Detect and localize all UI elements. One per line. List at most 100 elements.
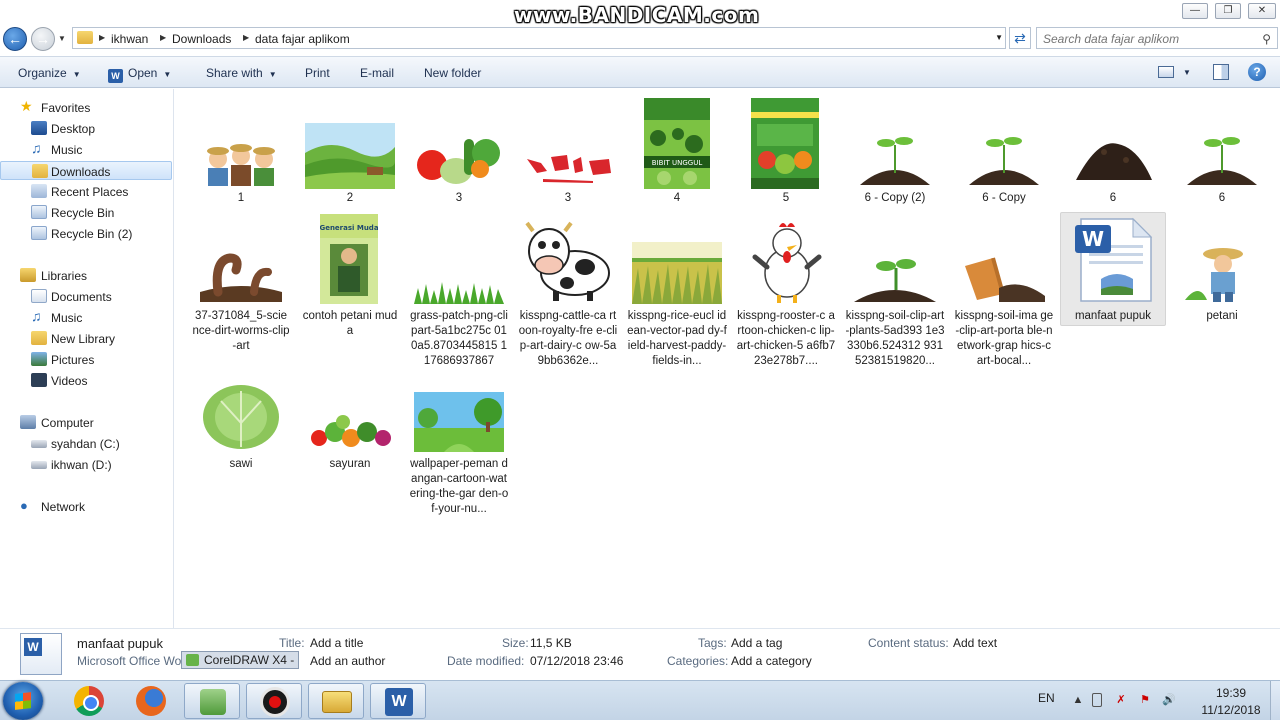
nav-label: Computer bbox=[41, 416, 94, 430]
breadcrumb-ikhwan[interactable]: ikhwan bbox=[111, 32, 148, 46]
address-bar[interactable]: ▶ ikhwan ▶ Downloads ▶ data fajar apliko… bbox=[72, 27, 1006, 49]
nav-favorites[interactable]: ★ Favorites bbox=[0, 98, 172, 117]
nav-new-library[interactable]: New Library bbox=[0, 329, 172, 348]
file-item[interactable]: 3 bbox=[409, 119, 509, 214]
file-name: 5 bbox=[782, 192, 790, 204]
recent-pages-dropdown-icon[interactable]: ▼ bbox=[58, 34, 66, 43]
search-input[interactable] bbox=[1043, 31, 1253, 46]
detail-content-status-field[interactable]: Add text bbox=[953, 636, 997, 650]
file-item-manfaat-pupuk[interactable]: W manfaat pupuk bbox=[1060, 212, 1166, 326]
taskbar-firefox[interactable] bbox=[123, 683, 179, 719]
file-item[interactable]: 37-371084_5-scie nce-dirt-worms-clip-art bbox=[191, 214, 291, 364]
file-item[interactable]: petani bbox=[1172, 214, 1272, 364]
battery-icon[interactable] bbox=[1092, 693, 1102, 707]
search-box[interactable]: ⚲ bbox=[1036, 27, 1278, 49]
file-item[interactable]: 6 bbox=[1172, 119, 1272, 214]
nav-videos[interactable]: Videos bbox=[0, 371, 172, 390]
library-icon bbox=[31, 331, 47, 345]
file-item[interactable]: 6 - Copy (2) bbox=[845, 119, 945, 214]
organize-button[interactable]: Organize ▼ bbox=[18, 66, 81, 80]
breadcrumb-arrow-icon[interactable]: ▶ bbox=[99, 33, 105, 42]
show-hidden-icons-icon[interactable]: ▲ bbox=[1071, 693, 1085, 707]
breadcrumb-arrow-icon[interactable]: ▶ bbox=[160, 33, 166, 42]
forward-button[interactable]: → bbox=[31, 27, 55, 51]
nav-recycle-bin[interactable]: Recycle Bin bbox=[0, 203, 172, 222]
file-item[interactable]: wallpaper-peman dangan-cartoon-watering-… bbox=[409, 376, 509, 516]
nav-pictures[interactable]: Pictures bbox=[0, 350, 172, 369]
clock-date[interactable]: 11/12/2018 bbox=[1196, 703, 1266, 717]
address-dropdown-icon[interactable]: ▼ bbox=[995, 33, 1003, 42]
nav-computer[interactable]: Computer bbox=[0, 413, 172, 432]
file-item[interactable]: kisspng-soil-clip-art-plants-5ad393 1e33… bbox=[845, 214, 945, 367]
breadcrumb-arrow-icon[interactable]: ▶ bbox=[243, 33, 249, 42]
detail-title-field[interactable]: Add a title bbox=[310, 636, 363, 650]
back-button[interactable]: ← bbox=[3, 27, 27, 51]
file-item[interactable]: kisspng-rice-eucl idean-vector-pad dy-fi… bbox=[627, 214, 727, 367]
taskbar-bandicam[interactable] bbox=[246, 683, 302, 719]
file-item[interactable]: kisspng-rooster-c artoon-chicken-c lip-a… bbox=[736, 214, 836, 367]
file-item[interactable]: sayuran bbox=[300, 376, 400, 476]
file-item[interactable]: kisspng-cattle-ca rtoon-royalty-fre e-cl… bbox=[518, 214, 618, 367]
nav-desktop[interactable]: Desktop bbox=[0, 119, 172, 138]
file-name: 3 bbox=[455, 192, 463, 204]
nav-documents[interactable]: Documents bbox=[0, 287, 172, 306]
print-button[interactable]: Print bbox=[305, 66, 330, 80]
detail-categories-field[interactable]: Add a category bbox=[731, 654, 812, 668]
file-item[interactable]: kisspng-soil-ima ge-clip-art-porta ble-n… bbox=[954, 214, 1054, 367]
nav-drive-c[interactable]: syahdan (C:) bbox=[0, 434, 172, 453]
file-item[interactable]: 6 bbox=[1063, 119, 1163, 214]
language-indicator[interactable]: EN bbox=[1038, 691, 1055, 705]
file-name: kisspng-rice-eucl idean-vector-pad dy-fi… bbox=[627, 310, 727, 367]
drive-icon bbox=[31, 440, 47, 448]
close-button[interactable]: ✕ bbox=[1248, 3, 1276, 19]
action-center-icon[interactable]: ⚑ bbox=[1138, 693, 1152, 707]
nav-library-music[interactable]: ♫ Music bbox=[0, 308, 172, 327]
new-folder-button[interactable]: New folder bbox=[424, 66, 481, 80]
preview-pane-icon[interactable] bbox=[1213, 64, 1229, 80]
file-item[interactable]: BIBIT UNGGUL 4 bbox=[627, 98, 727, 214]
file-item[interactable]: 2 bbox=[300, 119, 400, 214]
drive-icon bbox=[31, 461, 47, 469]
maximize-button[interactable]: ❐ bbox=[1215, 3, 1241, 19]
clock-time[interactable]: 19:39 bbox=[1196, 686, 1266, 700]
nav-drive-d[interactable]: ikhwan (D:) bbox=[0, 455, 172, 474]
nav-label: Documents bbox=[51, 290, 112, 304]
taskbar-chrome[interactable] bbox=[61, 683, 117, 719]
share-with-button[interactable]: Share with ▼ bbox=[206, 66, 277, 80]
file-name: 6 bbox=[1109, 192, 1117, 204]
file-name: 3 bbox=[564, 192, 572, 204]
taskbar-explorer[interactable] bbox=[308, 683, 364, 719]
plant-in-soil-thumbnail bbox=[850, 254, 940, 304]
nav-recent-places[interactable]: Recent Places bbox=[0, 182, 172, 201]
refresh-button[interactable]: ⇄ bbox=[1009, 27, 1031, 49]
taskbar-word[interactable]: W bbox=[370, 683, 426, 719]
file-item[interactable]: grass-patch-png-clipart-5a1bc275c 010a5.… bbox=[409, 214, 509, 367]
file-item[interactable]: 5 bbox=[736, 98, 836, 214]
taskbar-coreldraw[interactable] bbox=[184, 683, 240, 719]
minimize-button[interactable]: — bbox=[1182, 3, 1208, 19]
start-button[interactable] bbox=[3, 682, 43, 720]
file-item[interactable]: 3 bbox=[518, 119, 618, 214]
search-icon[interactable]: ⚲ bbox=[1262, 32, 1271, 46]
file-item[interactable]: Generasi Muda contoh petani muda bbox=[300, 214, 400, 364]
network-status-icon[interactable]: ✗ bbox=[1114, 693, 1128, 707]
nav-recycle-bin-2[interactable]: Recycle Bin (2) bbox=[0, 224, 172, 243]
change-view-icon[interactable] bbox=[1158, 66, 1174, 78]
breadcrumb-downloads[interactable]: Downloads bbox=[172, 32, 231, 46]
nav-music[interactable]: ♫ Music bbox=[0, 140, 172, 159]
file-item[interactable]: sawi bbox=[191, 376, 291, 476]
chevron-down-icon[interactable]: ▼ bbox=[1183, 68, 1191, 77]
breadcrumb-current-folder[interactable]: data fajar aplikom bbox=[255, 32, 350, 46]
file-item[interactable]: 1 bbox=[191, 119, 291, 214]
volume-icon[interactable]: 🔊 bbox=[1162, 693, 1176, 707]
show-desktop-button[interactable] bbox=[1270, 681, 1280, 720]
email-button[interactable]: E-mail bbox=[360, 66, 394, 80]
open-button[interactable]: W Open ▼ bbox=[108, 66, 171, 83]
nav-network[interactable]: ● Network bbox=[0, 497, 172, 516]
nav-libraries[interactable]: Libraries bbox=[0, 266, 172, 285]
detail-authors-field[interactable]: Add an author bbox=[310, 654, 385, 668]
nav-downloads[interactable]: Downloads bbox=[0, 161, 172, 180]
detail-tags-field[interactable]: Add a tag bbox=[731, 636, 782, 650]
file-item[interactable]: 6 - Copy bbox=[954, 119, 1054, 214]
help-icon[interactable]: ? bbox=[1248, 63, 1266, 81]
